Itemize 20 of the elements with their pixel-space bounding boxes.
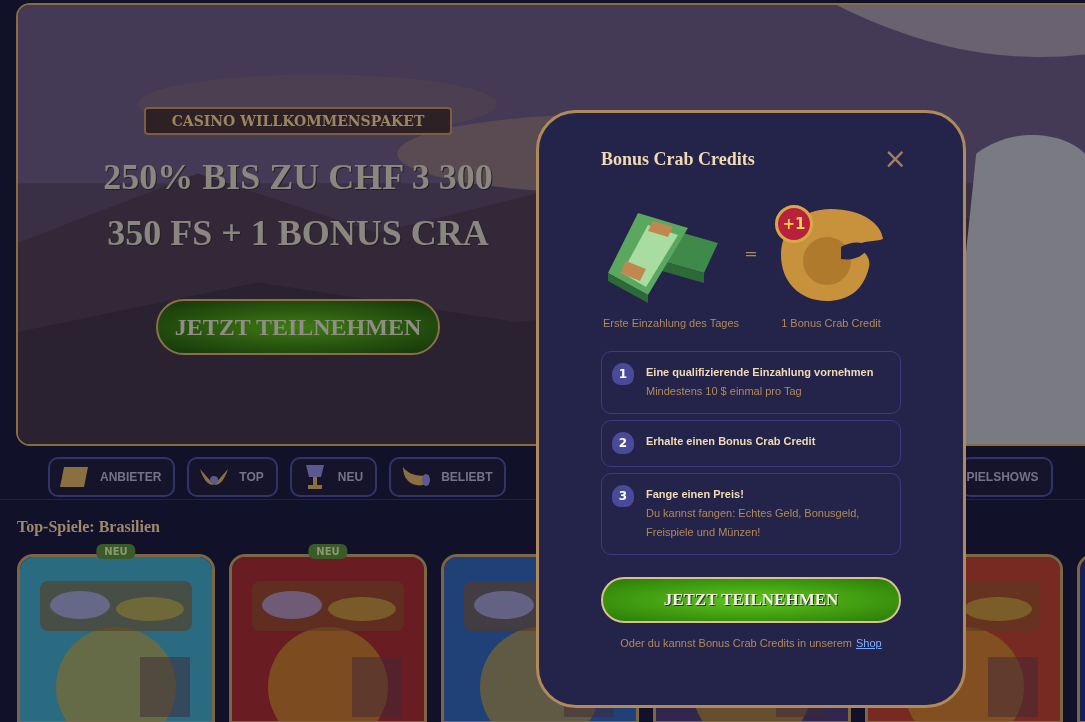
step-detail: Mindestens 10 $ einmal pro Tag: [646, 384, 803, 399]
shop-note: Oder du kannst Bonus Crab Credits in unserem: [620, 637, 852, 649]
promo-label: CASINO WILLKOMMENSPAKET: [143, 107, 453, 135]
step-title: Eine qualifizierende Einzahlung vornehmen: [646, 366, 874, 378]
new-badge: NEU: [308, 544, 348, 559]
plus-one-badge: +1: [775, 205, 813, 243]
step-title: Fange einen Preis!: [646, 488, 745, 500]
credit-caption: 1 Bonus Crab Credit: [781, 317, 881, 329]
section-title: Top-Spiele: Brasilien: [17, 518, 160, 536]
step-title: Erhalte einen Bonus Crab Credit: [646, 435, 816, 447]
promo-headline: 250% BIS ZU CHF 3 300: [103, 156, 493, 199]
equals-sign: =: [744, 243, 758, 263]
step-number: 2: [612, 432, 634, 454]
deposit-caption: Erste Einzahlung des Tages: [602, 317, 740, 329]
step-number: 1: [612, 363, 634, 385]
new-badge: NEU: [96, 544, 136, 559]
step-number: 3: [612, 485, 634, 507]
step-detail: Du kannst fangen: Echtes Geld, Bonusgeld, Freispiele und Münzen!: [646, 506, 861, 540]
promo-headline: 350 FS + 1 BONUS CRA: [107, 212, 489, 255]
dialog-title: Bonus Crab Credits: [601, 148, 755, 170]
